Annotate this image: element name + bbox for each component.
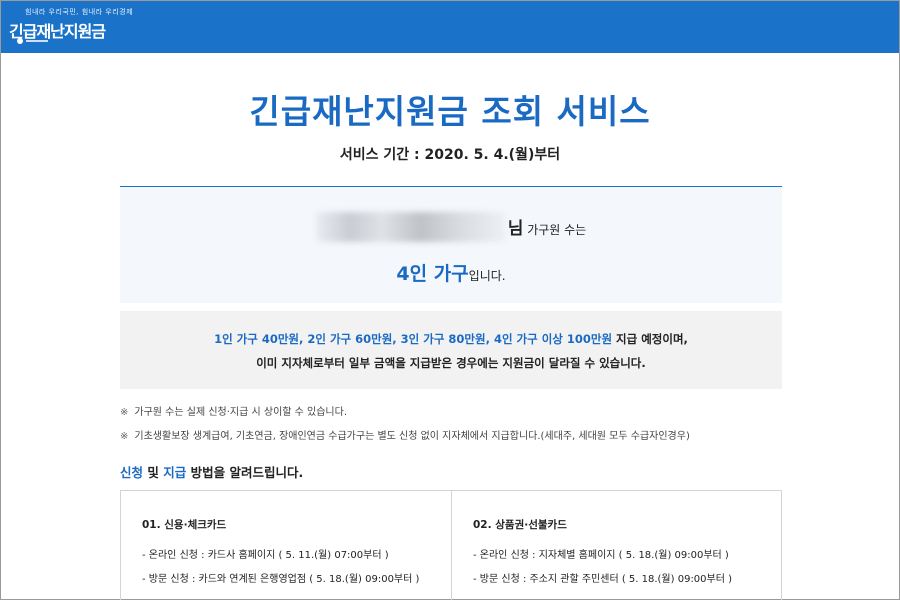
- method-heading-apply: 신청: [120, 465, 144, 480]
- site-header: 힘내라 우리국민, 힘내라 우리경제 긴급재난지원금: [1, 1, 899, 53]
- method-card-credit: 01. 신용·체크카드 - 온라인 신청 : 카드사 홈페이지 ( 5. 11.…: [121, 491, 452, 600]
- note-mark: ※: [120, 431, 129, 442]
- method-heading: 신청 및 지급 방법을 알려드립니다.: [120, 462, 303, 481]
- note-mark: ※: [120, 407, 129, 418]
- method-online: - 온라인 신청 : 지자체별 홈페이지 ( 5. 18.(월) 09:00부터…: [473, 550, 729, 561]
- method-title: 01. 신용·체크카드: [142, 519, 227, 531]
- method-card-voucher: 02. 상품권·선불카드 - 온라인 신청 : 지자체별 홈페이지 ( 5. 1…: [452, 491, 783, 600]
- household-line-text: 가구원 수는: [523, 223, 587, 237]
- note-welfare-recipients: ※ 기초생활보장 생계급여, 기초연금, 장애인연금 수급가구는 별도 신청 없이…: [120, 427, 690, 442]
- household-line: 님 가구원 수는: [120, 212, 782, 242]
- household-count-line: 4인 가구입니다.: [120, 259, 782, 286]
- note-text: 기초생활보장 생계급여, 기초연금, 장애인연금 수급가구는 별도 신청 없이 …: [134, 431, 690, 442]
- household-count: 4인 가구: [396, 263, 469, 285]
- method-heading-and: 및: [143, 465, 164, 480]
- method-title: 02. 상품권·선불카드: [473, 519, 567, 531]
- method-heading-pay: 지급: [163, 465, 187, 480]
- name-suffix: 님: [507, 219, 524, 239]
- amount-info-box: 1인 가구 40만원, 2인 가구 60만원, 3인 가구 80만원, 4인 가…: [120, 311, 782, 389]
- logo-slogan: 힘내라 우리국민, 힘내라 우리경제: [25, 8, 134, 16]
- note-text: 가구원 수는 실제 신청·지급 시 상이할 수 있습니다.: [134, 407, 347, 418]
- method-visit: - 방문 신청 : 카드와 연계된 은행영업점 ( 5. 18.(월) 09:0…: [142, 574, 420, 585]
- amount-info-suffix: 지급 예정이며,: [612, 332, 688, 346]
- method-online: - 온라인 신청 : 카드사 홈페이지 ( 5. 11.(월) 07:00부터 …: [142, 550, 389, 561]
- service-period: 서비스 기간 : 2020. 5. 4.(월)부터: [339, 147, 561, 163]
- amount-list: 1인 가구 40만원, 2인 가구 60만원, 3인 가구 80만원, 4인 가…: [214, 332, 613, 346]
- household-result-box: 님 가구원 수는 4인 가구입니다.: [120, 186, 782, 303]
- amount-info-line: 1인 가구 40만원, 2인 가구 60만원, 3인 가구 80만원, 4인 가…: [120, 331, 782, 347]
- page-title: 긴급재난지원금 조회 서비스: [249, 92, 651, 131]
- method-heading-rest: 방법을 알려드립니다.: [186, 465, 304, 480]
- note-household-count: ※ 가구원 수는 실제 신청·지급 시 상이할 수 있습니다.: [120, 403, 347, 418]
- method-panel: 01. 신용·체크카드 - 온라인 신청 : 카드사 홈페이지 ( 5. 11.…: [120, 490, 782, 600]
- government-emblem-icon: [17, 37, 57, 45]
- blurred-name: [315, 212, 506, 242]
- household-count-suffix: 입니다.: [468, 269, 506, 283]
- amount-info-note: 이미 지자체로부터 일부 금액을 지급받은 경우에는 지원금이 달라질 수 있습…: [256, 356, 646, 370]
- method-visit: - 방문 신청 : 주소지 관할 주민센터 ( 5. 18.(월) 09:00부…: [473, 574, 733, 585]
